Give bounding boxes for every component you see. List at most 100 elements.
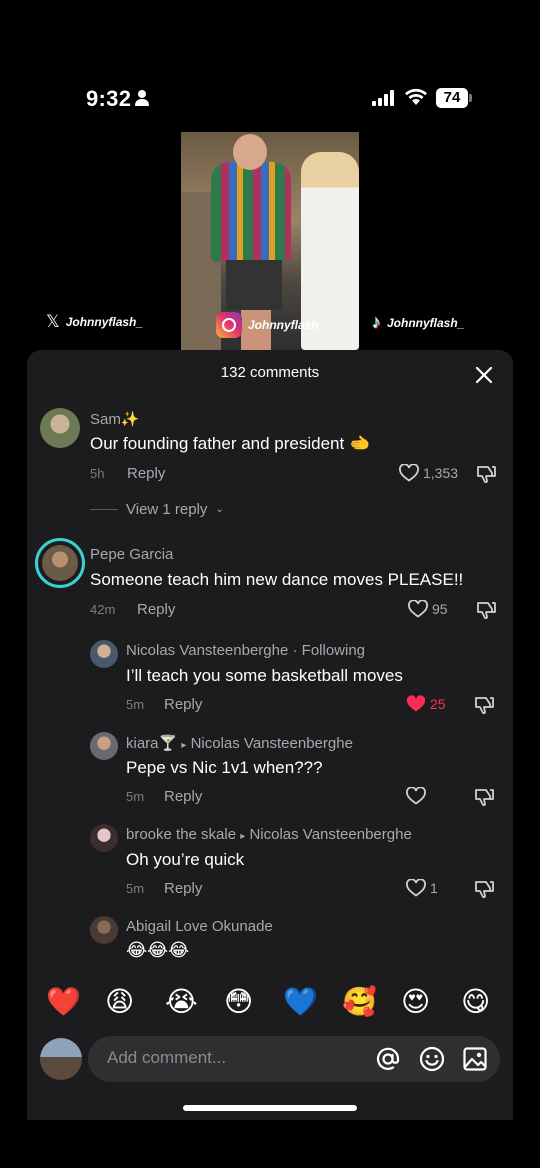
avatar[interactable] bbox=[90, 916, 118, 944]
emoji-button[interactable]: 😭 bbox=[165, 984, 198, 1020]
reply-username-text: kiara🍸 bbox=[126, 735, 178, 752]
reply-button[interactable]: Reply bbox=[127, 465, 165, 482]
reply-button[interactable]: Reply bbox=[164, 788, 202, 805]
heart-icon bbox=[406, 787, 426, 805]
emoji-quick-bar: ❤️ 😩 😭 😳 💙 🥰 😍 😋 bbox=[27, 984, 513, 1024]
emoji-button[interactable]: 😩 bbox=[105, 984, 134, 1020]
instagram-handle: Johnnyflash_ bbox=[216, 312, 325, 338]
comment-username[interactable]: kiara🍸 ▸ Nicolas Vansteenberghe bbox=[126, 734, 353, 752]
comments-panel: 132 comments Sam✨ Our founding father an… bbox=[27, 350, 513, 1120]
emoji-button[interactable]: 😳 bbox=[224, 984, 253, 1020]
wifi-icon bbox=[405, 88, 427, 105]
reply-to-username: Nicolas Vansteenberghe bbox=[190, 735, 353, 752]
comment-item: Sam✨ Our founding father and president 🫲… bbox=[27, 398, 513, 528]
tiktok-logo-icon: ♪ bbox=[372, 312, 381, 332]
reply-item: Nicolas Vansteenberghe · Following I’ll … bbox=[27, 634, 513, 726]
reply-button[interactable]: Reply bbox=[164, 880, 202, 897]
video-watermark-row: 𝕏 Johnnyflash_ Johnnyflash_ ♪ Johnnyflas… bbox=[0, 312, 540, 338]
emoji-picker-icon[interactable] bbox=[418, 1045, 446, 1073]
like-count: 95 bbox=[432, 601, 448, 617]
comment-text: 😂😂😂 bbox=[126, 940, 190, 960]
instagram-logo-icon bbox=[216, 312, 242, 338]
image-attach-icon[interactable] bbox=[461, 1045, 489, 1073]
avatar[interactable] bbox=[35, 538, 85, 588]
user-avatar[interactable] bbox=[40, 1038, 82, 1080]
clock: 9:32 bbox=[86, 86, 132, 111]
close-icon[interactable] bbox=[471, 362, 497, 388]
home-indicator[interactable] bbox=[183, 1105, 357, 1111]
reply-button[interactable]: Reply bbox=[137, 601, 175, 618]
tiktok-handle: ♪ Johnnyflash_ bbox=[372, 312, 464, 333]
reply-item: kiara🍸 ▸ Nicolas Vansteenberghe Pepe vs … bbox=[27, 726, 513, 818]
like-count: 1,353 bbox=[423, 465, 459, 481]
view-replies-button[interactable]: View 1 reply ⌄ bbox=[90, 501, 224, 518]
x-logo-icon: 𝕏 bbox=[46, 312, 60, 331]
avatar[interactable] bbox=[90, 640, 118, 668]
reply-arrow-icon: ▸ bbox=[181, 740, 187, 751]
reply-username-text: Nicolas Vansteenberghe bbox=[126, 642, 289, 659]
x-handle-text: Johnnyflash_ bbox=[65, 315, 144, 329]
comment-username[interactable]: brooke the skale ▸ Nicolas Vansteenbergh… bbox=[126, 826, 412, 843]
reply-item: brooke the skale ▸ Nicolas Vansteenbergh… bbox=[27, 818, 513, 910]
dislike-icon[interactable] bbox=[473, 879, 495, 899]
comment-username[interactable]: Abigail Love Okunade bbox=[126, 918, 273, 935]
comment-username[interactable]: Pepe Garcia bbox=[90, 546, 173, 563]
reply-username-text: brooke the skale bbox=[126, 826, 237, 843]
instagram-handle-text: Johnnyflash_ bbox=[248, 318, 326, 332]
video-figure-man bbox=[211, 162, 291, 262]
comment-age: 5h bbox=[90, 466, 105, 481]
comment-age: 5m bbox=[126, 881, 145, 896]
emoji-button[interactable]: 💙 bbox=[283, 984, 318, 1020]
avatar[interactable] bbox=[40, 408, 80, 448]
emoji-button[interactable]: 🥰 bbox=[342, 984, 377, 1020]
avatar[interactable] bbox=[90, 732, 118, 760]
emoji-button[interactable]: 😋 bbox=[461, 984, 490, 1020]
comment-text: Our founding father and president 🫲 bbox=[90, 434, 371, 453]
like-count: 1 bbox=[430, 880, 438, 896]
x-handle: 𝕏 Johnnyflash_ bbox=[46, 312, 143, 332]
comment-list[interactable]: Sam✨ Our founding father and president 🫲… bbox=[27, 398, 513, 978]
heart-icon bbox=[406, 879, 426, 897]
like-button[interactable] bbox=[406, 787, 426, 805]
reply-to-username: Nicolas Vansteenberghe bbox=[249, 826, 412, 843]
comment-text: Pepe vs Nic 1v1 when??? bbox=[126, 758, 323, 777]
reply-arrow-icon: ▸ bbox=[240, 831, 246, 842]
comment-text: Someone teach him new dance moves PLEASE… bbox=[90, 570, 464, 589]
comment-age: 5m bbox=[126, 789, 145, 804]
chevron-down-icon: ⌄ bbox=[215, 504, 224, 515]
heart-filled-icon bbox=[406, 695, 426, 712]
dislike-icon[interactable] bbox=[475, 464, 497, 484]
emoji-button[interactable]: ❤️ bbox=[46, 984, 81, 1020]
comment-age: 42m bbox=[90, 602, 116, 617]
like-button[interactable]: 1 bbox=[406, 879, 438, 897]
person-icon bbox=[135, 90, 149, 106]
comment-item: Pepe Garcia Someone teach him new dance … bbox=[27, 534, 513, 634]
heart-icon bbox=[408, 600, 428, 618]
like-button[interactable]: 95 bbox=[408, 600, 448, 618]
comment-username[interactable]: Nicolas Vansteenberghe · Following bbox=[126, 642, 365, 659]
comment-text: I’ll teach you some basketball moves bbox=[126, 666, 403, 685]
battery-level: 74 bbox=[436, 88, 468, 108]
add-comment-input[interactable]: Add comment... bbox=[88, 1036, 500, 1082]
comment-username[interactable]: Sam✨ bbox=[90, 410, 140, 428]
comments-count-title: 132 comments bbox=[220, 364, 320, 381]
reply-item: Abigail Love Okunade 😂😂😂 bbox=[27, 910, 513, 978]
dislike-icon[interactable] bbox=[473, 787, 495, 807]
emoji-button[interactable]: 😍 bbox=[401, 984, 430, 1020]
mention-icon[interactable] bbox=[374, 1045, 402, 1073]
reply-button[interactable]: Reply bbox=[164, 696, 202, 713]
comment-age: 5m bbox=[126, 697, 145, 712]
battery-icon: 74 bbox=[436, 88, 472, 108]
avatar[interactable] bbox=[90, 824, 118, 852]
heart-icon bbox=[399, 464, 419, 482]
following-label: · Following bbox=[292, 642, 366, 659]
like-button[interactable]: 25 bbox=[406, 695, 446, 713]
like-count: 25 bbox=[430, 696, 446, 712]
tiktok-handle-text: Johnnyflash_ bbox=[387, 315, 465, 330]
like-button[interactable]: 1,353 bbox=[399, 464, 458, 482]
cellular-signal-icon bbox=[372, 90, 396, 106]
dislike-icon[interactable] bbox=[475, 600, 497, 620]
comment-composer: Add comment... bbox=[40, 1036, 500, 1082]
dislike-icon[interactable] bbox=[473, 695, 495, 715]
comment-text: Oh you’re quick bbox=[126, 850, 245, 869]
